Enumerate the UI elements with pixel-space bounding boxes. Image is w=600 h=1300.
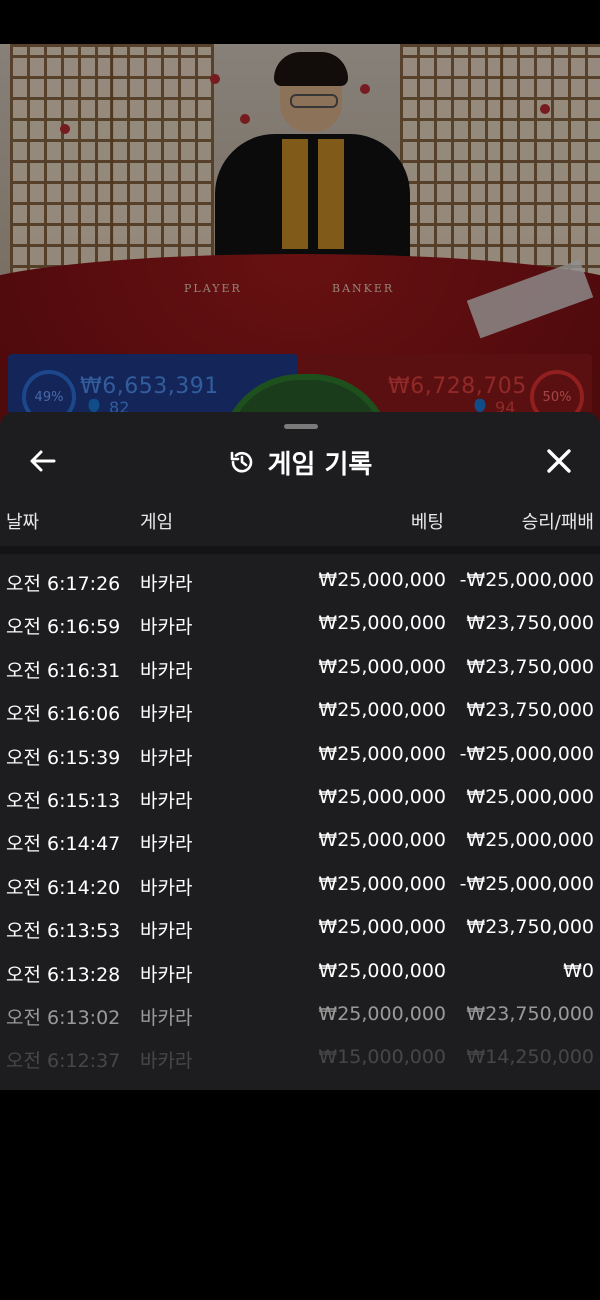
table-row[interactable]: 오전 6:13:53 바카라 ₩25,000,000 ₩23,750,000 <box>0 904 600 947</box>
history-icon <box>230 451 252 473</box>
table-row[interactable]: 오전 6:12:37 바카라 ₩15,000,000 ₩14,250,000 <box>0 1034 600 1077</box>
row-bet: ₩25,000,000 <box>318 959 446 982</box>
close-icon <box>547 449 571 473</box>
row-date: 오전 6:15:39 <box>6 746 121 769</box>
row-game: 바카라 <box>140 659 193 682</box>
table-row[interactable]: 오전 6:14:20 바카라 ₩25,000,000 -₩25,000,000 <box>0 861 600 904</box>
row-bet: ₩25,000,000 <box>318 612 446 635</box>
sheet-grabber[interactable] <box>284 424 318 429</box>
row-date: 오전 6:15:13 <box>6 789 121 812</box>
sheet-header: 게임 기록 <box>0 444 600 480</box>
column-header-date: 날짜 <box>6 512 40 533</box>
dim-overlay <box>0 44 600 464</box>
row-bet: ₩25,000,000 <box>318 916 446 939</box>
row-result: -₩25,000,000 <box>459 569 594 591</box>
table-row[interactable]: 오전 6:15:13 바카라 ₩25,000,000 ₩25,000,000 <box>0 774 600 817</box>
column-header-result: 승리/패배 <box>521 512 594 533</box>
row-date: 오전 6:16:06 <box>6 703 121 726</box>
row-date: 오전 6:14:20 <box>6 876 121 899</box>
row-date: 오전 6:16:31 <box>6 659 121 682</box>
row-game: 바카라 <box>140 573 193 595</box>
row-game: 바카라 <box>140 963 193 986</box>
row-game: 바카라 <box>140 1050 193 1073</box>
row-date: 오전 6:14:47 <box>6 833 121 856</box>
row-date: 오전 6:17:26 <box>6 573 121 595</box>
row-date: 오전 6:16:59 <box>6 616 121 639</box>
row-date: 오전 6:13:53 <box>6 920 121 943</box>
row-result: ₩25,000,000 <box>466 785 594 808</box>
game-history-sheet: 게임 기록 날짜 게임 베팅 승리/패배 오전 6:17:26 바카라 ₩25,00… <box>0 412 600 1090</box>
page-title: 게임 기록 <box>267 449 373 480</box>
table-row[interactable]: 오전 6:17:26 바카라 ₩25,000,000 -₩25,000,000 <box>0 557 600 600</box>
row-game: 바카라 <box>140 703 193 726</box>
column-header-bet: 베팅 <box>410 512 444 533</box>
table-row[interactable]: 오전 6:16:31 바카라 ₩25,000,000 ₩23,750,000 <box>0 644 600 687</box>
header-divider <box>0 546 600 554</box>
table-row[interactable]: 오전 6:16:06 바카라 ₩25,000,000 ₩23,750,000 <box>0 687 600 730</box>
table-header: 날짜 게임 베팅 승리/패배 <box>0 508 600 536</box>
row-result: ₩23,750,000 <box>466 655 594 678</box>
row-result: ₩0 <box>563 959 594 982</box>
column-header-game: 게임 <box>140 512 174 533</box>
table-row[interactable]: 오전 6:13:02 바카라 ₩25,000,000 ₩23,750,000 <box>0 991 600 1034</box>
row-bet: ₩25,000,000 <box>318 742 446 765</box>
row-game: 바카라 <box>140 616 193 639</box>
row-result: -₩25,000,000 <box>459 872 594 895</box>
table-row[interactable]: 오전 6:15:39 바카라 ₩25,000,000 -₩25,000,000 <box>0 731 600 774</box>
row-result: ₩14,250,000 <box>466 1046 594 1069</box>
table-row[interactable]: 오전 6:13:28 바카라 ₩25,000,000 ₩0 <box>0 948 600 991</box>
row-bet: ₩25,000,000 <box>318 655 446 678</box>
row-result: ₩23,750,000 <box>466 1002 594 1025</box>
history-list[interactable]: 오전 6:17:26 바카라 ₩25,000,000 -₩25,000,000 오전 6… <box>0 557 600 1078</box>
table-row[interactable]: 오전 6:16:59 바카라 ₩25,000,000 ₩23,750,000 <box>0 600 600 643</box>
row-result: ₩23,750,000 <box>466 916 594 939</box>
row-result: ₩23,750,000 <box>466 699 594 722</box>
row-game: 바카라 <box>140 789 193 812</box>
row-date: 오전 6:13:28 <box>6 963 121 986</box>
table-row[interactable]: 오전 6:14:47 바카라 ₩25,000,000 ₩25,000,000 <box>0 817 600 860</box>
row-bet: ₩25,000,000 <box>318 829 446 852</box>
row-bet: ₩25,000,000 <box>318 872 446 895</box>
row-date: 오전 6:12:37 <box>6 1050 121 1073</box>
row-game: 바카라 <box>140 746 193 769</box>
row-game: 바카라 <box>140 1006 193 1029</box>
row-result: -₩25,000,000 <box>459 742 594 765</box>
row-bet: ₩15,000,000 <box>318 1046 446 1069</box>
close-button[interactable] <box>540 442 578 480</box>
row-game: 바카라 <box>140 833 193 856</box>
row-bet: ₩25,000,000 <box>318 699 446 722</box>
row-result: ₩23,750,000 <box>466 612 594 635</box>
row-bet: ₩25,000,000 <box>318 785 446 808</box>
row-result: ₩25,000,000 <box>466 829 594 852</box>
row-date: 오전 6:13:02 <box>6 1006 121 1029</box>
row-bet: ₩25,000,000 <box>318 1002 446 1025</box>
row-game: 바카라 <box>140 920 193 943</box>
row-game: 바카라 <box>140 876 193 899</box>
row-bet: ₩25,000,000 <box>318 569 446 591</box>
